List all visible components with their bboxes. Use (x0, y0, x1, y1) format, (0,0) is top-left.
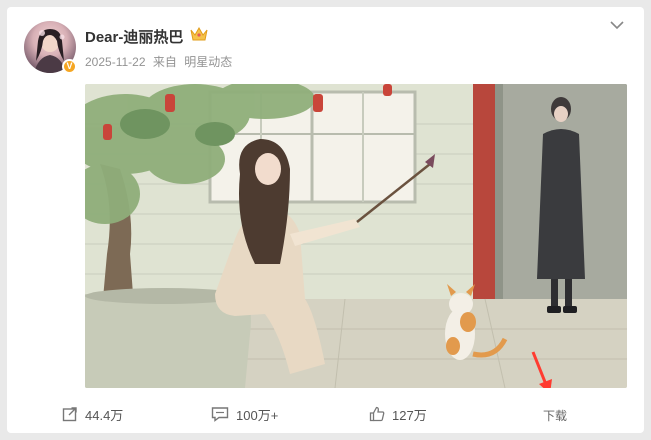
post-date[interactable]: 2025-11-22 (85, 55, 146, 69)
crown-icon (190, 26, 208, 41)
share-button[interactable]: 44.4万 (62, 402, 123, 426)
post-meta: 2025-11-22 来自 明星动态 (85, 53, 236, 70)
download-link[interactable]: 下载 (543, 407, 567, 424)
verified-badge-icon: V (62, 59, 77, 74)
comment-button[interactable]: 100万+ (211, 402, 278, 426)
like-count: 127万 (392, 407, 427, 423)
share-count: 44.4万 (85, 407, 124, 423)
avatar[interactable]: V (24, 21, 77, 74)
comment-icon (211, 407, 229, 422)
share-icon (62, 407, 77, 422)
post-illustration (85, 84, 627, 388)
weibo-post-card: V Dear-迪丽热巴 2025-11-22 来自 明星动态 44.4万 100… (7, 7, 644, 433)
source-prefix: 来自 (152, 55, 177, 69)
chevron-down-icon[interactable] (610, 20, 624, 30)
like-button[interactable]: 127万 (369, 402, 427, 426)
thumbs-up-icon (369, 406, 385, 422)
comment-count: 100万+ (236, 407, 279, 423)
post-image[interactable] (85, 84, 627, 388)
post-source[interactable]: 明星动态 (184, 55, 232, 69)
username[interactable]: Dear-迪丽热巴 (85, 26, 183, 47)
